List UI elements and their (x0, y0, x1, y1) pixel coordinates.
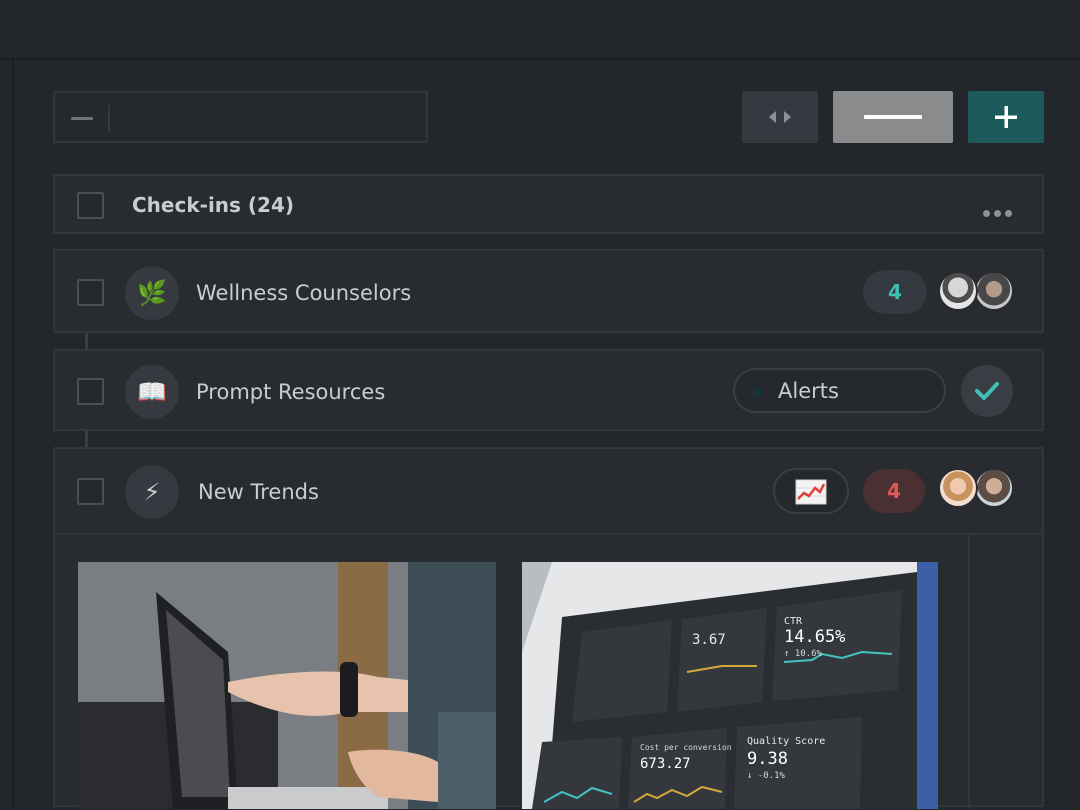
list-title: Check-ins (24) (132, 193, 295, 217)
cost-label: Cost per conversion (640, 743, 732, 752)
left-rail (0, 60, 14, 810)
top-bar (0, 0, 1080, 60)
more-options-icon[interactable] (983, 202, 1016, 221)
list-header: Check-ins (24) (53, 174, 1044, 234)
book-icon: 📖 (125, 365, 179, 419)
quality-score-change: ↓ -0.1% (747, 771, 786, 781)
count-badge: 4 (863, 270, 927, 314)
checkmark-icon (975, 382, 999, 400)
tree-connector (85, 333, 88, 349)
status-dot-icon (753, 388, 762, 397)
search-field[interactable] (53, 91, 428, 143)
row-checkbox[interactable] (77, 378, 104, 405)
row-checkbox[interactable] (77, 478, 104, 505)
search-separator (108, 105, 110, 131)
list-item-label: New Trends (198, 480, 319, 504)
minus-bar-icon (864, 115, 922, 119)
quality-score-label: Quality Score (747, 736, 825, 747)
ctr-label: CTR (784, 616, 803, 627)
alerts-label: Alerts (778, 379, 839, 403)
ctr-value: 14.65% (784, 627, 845, 647)
avatar[interactable] (938, 468, 978, 508)
lightning-icon: ⚡ (125, 465, 179, 519)
laptop-illustration (78, 562, 496, 809)
expand-arrows-button[interactable] (742, 91, 818, 143)
cost-value: 673.27 (640, 756, 691, 772)
complete-button[interactable] (961, 365, 1013, 417)
left-right-arrows-icon (769, 111, 791, 123)
laptop-photo[interactable] (78, 562, 496, 809)
select-all-checkbox[interactable] (77, 192, 104, 219)
dashboard-photo[interactable]: CTR 14.65% ↑ 10.6% 3.67 Quality Score 9.… (522, 562, 938, 809)
row-checkbox[interactable] (77, 279, 104, 306)
metric-value: 3.67 (692, 632, 726, 648)
avatar[interactable] (974, 468, 1014, 508)
quality-score-value: 9.38 (747, 749, 788, 769)
dashboard-illustration: CTR 14.65% ↑ 10.6% 3.67 Quality Score 9.… (522, 562, 938, 809)
minus-icon[interactable] (71, 117, 93, 120)
chart-trend-icon (795, 479, 827, 505)
ctr-change: ↑ 10.6% (784, 649, 823, 659)
list-item-expanded[interactable]: ⚡ New Trends 4 CTR 14.65% ↑ 10.6% 3.67 Q… (53, 447, 1044, 809)
avatar[interactable] (974, 271, 1014, 311)
tree-connector (85, 431, 88, 447)
list-item-label: Wellness Counselors (196, 281, 412, 305)
alerts-tag[interactable]: Alerts (733, 368, 946, 413)
trend-chart-button[interactable] (773, 468, 849, 514)
divider (968, 535, 970, 809)
collapse-button[interactable] (833, 91, 953, 143)
leaf-icon: 🌿 (125, 266, 179, 320)
list-item-label: Prompt Resources (196, 380, 386, 404)
search-input[interactable] (117, 101, 417, 133)
plus-icon (995, 106, 1017, 128)
avatar[interactable] (938, 271, 978, 311)
list-item[interactable]: 📖 Prompt Resources Alerts (53, 349, 1044, 431)
add-button[interactable] (968, 91, 1044, 143)
count-badge: 4 (863, 469, 925, 513)
divider (55, 533, 1042, 535)
list-item[interactable]: 🌿 Wellness Counselors 4 (53, 249, 1044, 333)
